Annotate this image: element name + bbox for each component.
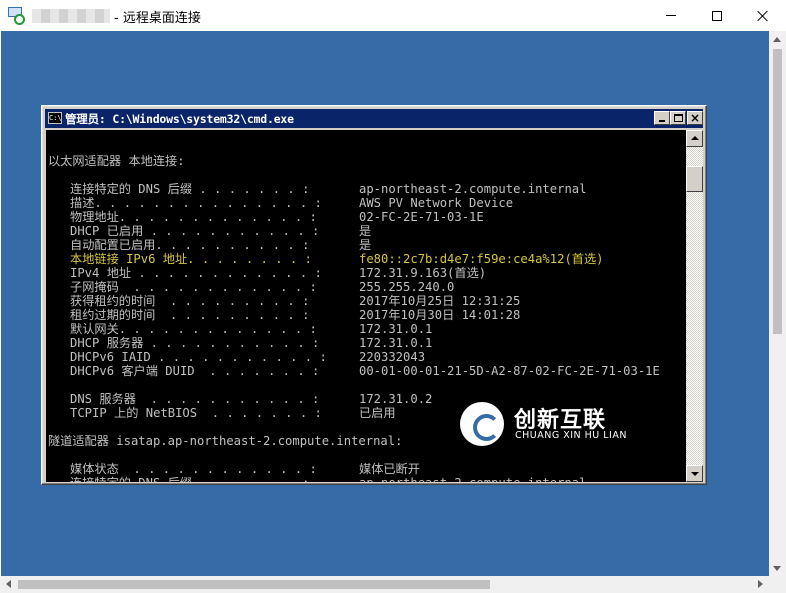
horizontal-scroll-thumb[interactable] [18, 580, 490, 589]
console-line: 以太网适配器 本地连接: [46, 154, 686, 168]
arrow-left-icon[interactable] [6, 580, 11, 588]
watermark-logo-icon [460, 402, 504, 446]
console-line-value: fe80::2c7b:d4e7:f59e:ce4a%12(首选) [359, 252, 604, 266]
blurred-host-name [32, 9, 110, 23]
console-line: 获得租约的时间 . . . . . . . . . : 2017年10月25日 1… [46, 294, 686, 308]
maximize-button[interactable] [694, 0, 740, 31]
scroll-thumb[interactable] [686, 166, 703, 192]
console-line: 描述. . . . . . . . . . . . . . . : AWS PV … [46, 196, 686, 210]
console-line-key: 自动配置已启用. . . . . . . . . . : [48, 238, 310, 252]
console-line-value: 2017年10月30日 14:01:28 [359, 308, 521, 322]
minimize-icon [659, 120, 665, 122]
maximize-icon [674, 114, 683, 122]
console-line: DHCPv6 客户端 DUID . . . . . . . : 00-01-00-… [46, 364, 686, 378]
console-line-key: DHCPv6 IAID . . . . . . . . . . . : [48, 350, 327, 364]
rdp-titlebar: - 远程桌面连接 [0, 0, 786, 31]
cmd-title: 管理员: C:\Windows\system32\cmd.exe [65, 112, 294, 126]
console-line-value: 02-FC-2E-71-03-1E [359, 210, 484, 224]
cmd-scrollbar[interactable] [686, 130, 703, 482]
watermark: 创新互联 CHUANG XIN HU LIAN [460, 398, 640, 448]
console-line-value: AWS PV Network Device [359, 196, 514, 210]
console-line-key: 媒体状态 . . . . . . . . . . . . : [48, 462, 317, 476]
console-line-key: 获得租约的时间 . . . . . . . . . : [48, 294, 310, 308]
console-line-key: DHCP 已启用 . . . . . . . . . . . : [48, 224, 320, 238]
console-line-key: 描述. . . . . . . . . . . . . . . : [48, 196, 322, 210]
console-line: 连接特定的 DNS 后缀 . . . . . . . : ap-northeast… [46, 476, 686, 482]
console-line-key: TCPIP 上的 NetBIOS . . . . . . . : [48, 406, 322, 420]
scroll-down-button[interactable] [686, 465, 703, 482]
console-line: 媒体状态 . . . . . . . . . . . . : 媒体已断开 [46, 462, 686, 476]
console-line: 本地链接 IPv6 地址. . . . . . . . : fe80::2c7b:… [46, 252, 686, 266]
vertical-scroll-thumb[interactable] [773, 49, 782, 334]
maximize-icon [712, 10, 722, 21]
console-line: 物理地址. . . . . . . . . . . . . : 02-FC-2E-… [46, 210, 686, 224]
console-line-value: ap-northeast-2.compute.internal [359, 182, 587, 196]
console-line-key: DHCPv6 客户端 DUID . . . . . . . : [48, 364, 320, 378]
console-line-value: 媒体已断开 [359, 462, 420, 476]
console-line-key: IPv4 地址 . . . . . . . . . . . . : [48, 266, 322, 280]
cmd-maximize-button[interactable] [670, 111, 686, 125]
console-line: IPv4 地址 . . . . . . . . . . . . : 172.31.… [46, 266, 686, 280]
arrow-up-icon[interactable] [773, 37, 781, 42]
console-line: DHCP 服务器 . . . . . . . . . . . : 172.31.0… [46, 336, 686, 350]
cmd-titlebar[interactable]: C:\ 管理员: C:\Windows\system32\cmd.exe × [45, 109, 703, 128]
arrow-down-icon [691, 472, 699, 476]
cmd-close-button[interactable]: × [687, 111, 703, 125]
console-line-value: 172.31.0.2 [359, 392, 433, 406]
close-button[interactable] [740, 0, 786, 31]
console-line-key: DHCP 服务器 . . . . . . . . . . . : [48, 336, 320, 350]
console-line-key: 物理地址. . . . . . . . . . . . . : [48, 210, 317, 224]
cmd-icon: C:\ [48, 112, 62, 124]
console-line-key: 隧道适配器 isatap.ap-northeast-2.compute.inte… [48, 434, 403, 448]
console-line-key: DNS 服务器 . . . . . . . . . . . : [48, 392, 320, 406]
console-line-value: 是 [359, 238, 372, 252]
console-line-value: 172.31.0.1 [359, 336, 433, 350]
rdp-vertical-scrollbar[interactable] [769, 31, 786, 576]
console-line-value: ap-northeast-2.compute.internal [359, 476, 586, 482]
rdp-horizontal-scrollbar[interactable] [0, 576, 769, 593]
minimize-button[interactable] [648, 0, 694, 31]
console-line-value: 172.31.9.163(首选) [359, 266, 487, 280]
scroll-up-button[interactable] [686, 130, 703, 147]
arrow-right-icon[interactable] [758, 580, 763, 588]
console-line-key: 以太网适配器 本地连接: [48, 154, 185, 168]
console-line: 自动配置已启用. . . . . . . . . . : 是 [46, 238, 686, 252]
console-line: DHCPv6 IAID . . . . . . . . . . . : 22033… [46, 350, 686, 364]
console-line-value: 00-01-00-01-21-5D-A2-87-02-FC-2E-71-03-1… [359, 364, 660, 378]
cmd-minimize-button[interactable] [654, 111, 670, 125]
console-line-key: 默认网关. . . . . . . . . . . . . : [48, 322, 317, 336]
close-icon: × [690, 111, 701, 125]
console-line-value: 172.31.0.1 [359, 322, 433, 336]
console-line-key: 连接特定的 DNS 后缀 . . . . . . . : [48, 182, 310, 196]
console-line: 租约过期的时间 . . . . . . . . . : 2017年10月30日 1… [46, 308, 686, 322]
remote-desktop-icon [8, 7, 28, 25]
console-line: 默认网关. . . . . . . . . . . . . : 172.31.0.… [46, 322, 686, 336]
console-line-value: 2017年10月25日 12:31:25 [359, 294, 521, 308]
close-icon [757, 10, 769, 22]
console-line-key: 租约过期的时间 . . . . . . . . . : [48, 308, 310, 322]
arrow-up-icon [691, 136, 699, 140]
scrollbar-corner [769, 576, 786, 593]
watermark-name-en: CHUANG XIN HU LIAN [515, 430, 627, 441]
console-line-value: 是 [359, 224, 372, 238]
console-line-key: 连接特定的 DNS 后缀 . . . . . . . : [48, 476, 309, 482]
minimize-icon [666, 15, 676, 16]
console-line: 连接特定的 DNS 后缀 . . . . . . . : ap-northeast… [46, 182, 686, 196]
console-line-key: 子网掩码 . . . . . . . . . . . . : [48, 280, 317, 294]
window-title: - 远程桌面连接 [114, 11, 201, 26]
console-line: DHCP 已启用 . . . . . . . . . . . : 是 [46, 224, 686, 238]
console-line-value: 255.255.240.0 [359, 280, 455, 294]
arrow-down-icon[interactable] [773, 566, 781, 571]
console-line-key: 本地链接 IPv6 地址. . . . . . . . : [48, 252, 312, 266]
console-line-value: 已启用 [359, 406, 396, 420]
console-line-value: 220332043 [359, 350, 426, 364]
console-line: 子网掩码 . . . . . . . . . . . . : 255.255.24… [46, 280, 686, 294]
